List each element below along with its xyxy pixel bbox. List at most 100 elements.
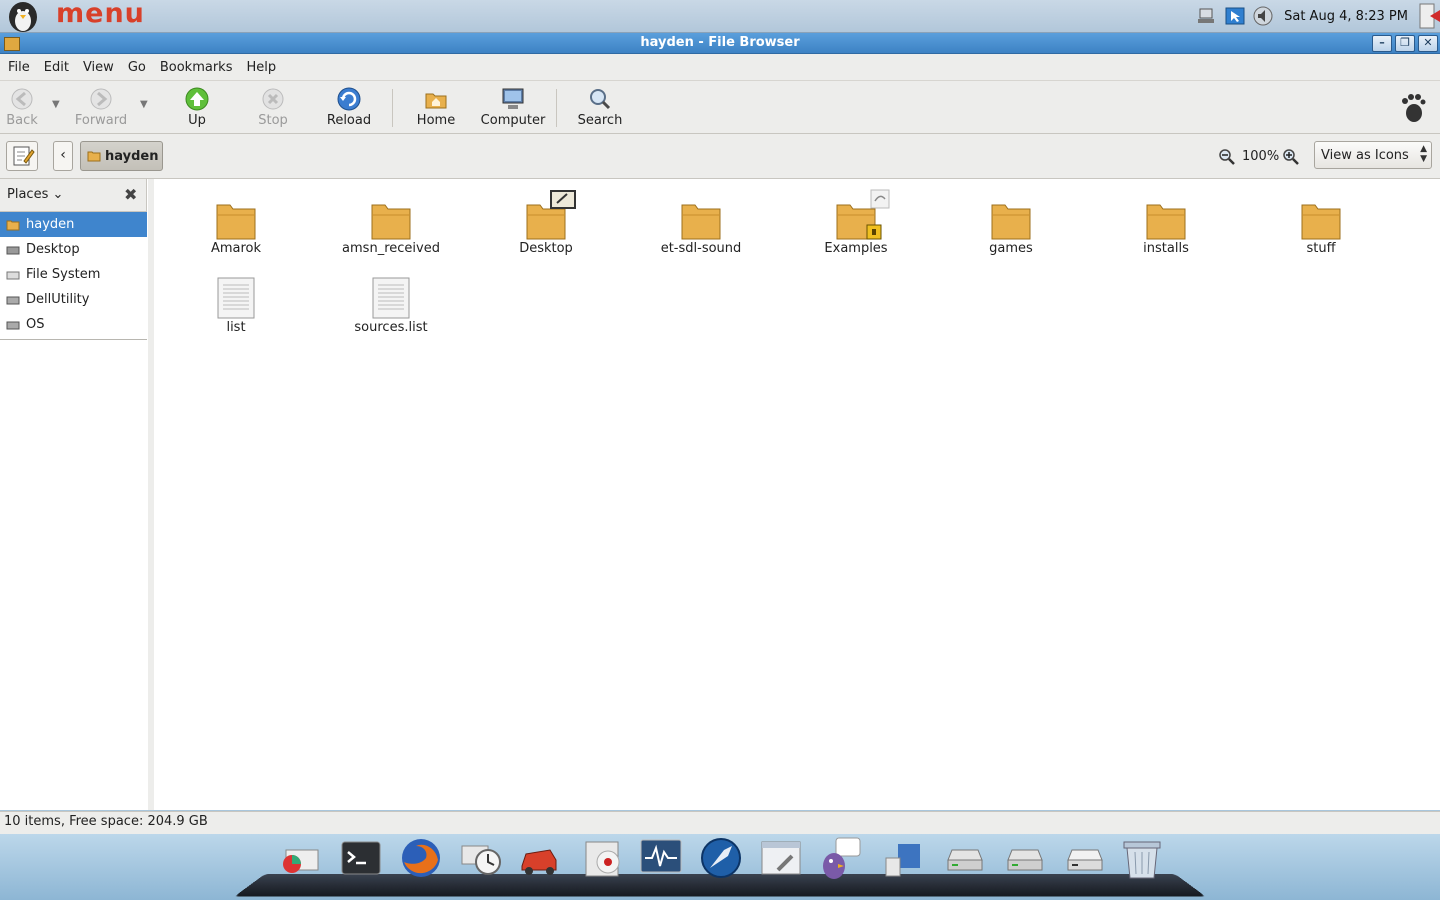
file-item-desktop[interactable]: Desktop: [471, 187, 621, 256]
sidebar-item-desktop[interactable]: Desktop: [0, 237, 147, 262]
home-folder-icon: [425, 93, 447, 109]
close-button[interactable]: ✕: [1418, 35, 1438, 52]
zoom-level[interactable]: 100%: [1242, 149, 1279, 164]
search-button[interactable]: Search: [575, 87, 625, 128]
terminal-icon[interactable]: [338, 836, 384, 880]
sidebar-item-file-system[interactable]: File System: [0, 262, 147, 287]
home-button[interactable]: Home: [414, 87, 458, 128]
file-item-stuff[interactable]: stuff: [1246, 201, 1396, 256]
text-file-icon: [372, 277, 410, 319]
back-history-dropdown[interactable]: ▼: [52, 99, 60, 110]
crumb-scroll-left-button[interactable]: ‹: [53, 141, 73, 171]
menu-file[interactable]: File: [0, 60, 37, 75]
car-icon[interactable]: [516, 836, 562, 880]
sidebar: Places ⌄ ✖ hayden Desktop File System De…: [0, 179, 149, 810]
zoom-out-icon[interactable]: [1218, 148, 1236, 166]
menu-view[interactable]: View: [76, 60, 121, 75]
file-item-games[interactable]: games: [936, 201, 1086, 256]
file-item-list[interactable]: list: [161, 276, 311, 335]
desktop-icon: [6, 246, 20, 254]
volume-icon[interactable]: [1252, 6, 1274, 26]
folder-icon: [371, 204, 411, 240]
drive-icon: [6, 296, 20, 304]
menubar: File Edit View Go Bookmarks Help: [0, 54, 1440, 81]
top-panel: menu Sat Aug 4, 8:23 PM: [0, 0, 1440, 33]
window-titlebar[interactable]: hayden - File Browser – ❐ ✕: [0, 33, 1440, 54]
settings-window-icon[interactable]: [758, 836, 804, 880]
folder-icon: [1146, 204, 1186, 240]
system-monitor-icon[interactable]: [638, 836, 684, 880]
maximize-button[interactable]: ❐: [1395, 35, 1415, 52]
computer-icon: [502, 88, 524, 109]
up-button[interactable]: Up: [182, 87, 212, 128]
back-button[interactable]: Back: [4, 87, 40, 128]
toolbar-separator: [556, 89, 557, 127]
sidebar-item-dellutility[interactable]: DellUtility: [0, 287, 147, 312]
menu-go[interactable]: Go: [121, 60, 153, 75]
stop-button[interactable]: Stop: [255, 87, 291, 128]
sidebar-item-os[interactable]: OS: [0, 312, 147, 337]
pidgin-icon[interactable]: [816, 836, 862, 880]
file-item-installs[interactable]: installs: [1091, 201, 1241, 256]
system-tray: Sat Aug 4, 8:23 PM: [1196, 0, 1440, 32]
file-item-sources-list[interactable]: sources.list: [316, 276, 466, 335]
up-arrow-icon: [185, 87, 209, 111]
spinner-arrows-icon: ▲ ▼: [1420, 144, 1427, 164]
menu-edit[interactable]: Edit: [37, 60, 76, 75]
view-mode-select[interactable]: View as Icons ▲ ▼: [1314, 141, 1432, 169]
file-item-et-sdl-sound[interactable]: et-sdl-sound: [626, 201, 776, 256]
menu-bookmarks[interactable]: Bookmarks: [153, 60, 240, 75]
main-menu-button[interactable]: menu: [56, 0, 145, 29]
reload-icon: [337, 87, 361, 111]
close-sidebar-icon[interactable]: ✖: [124, 185, 137, 204]
update-icon[interactable]: [1224, 6, 1246, 26]
drive-icon[interactable]: [1002, 836, 1048, 880]
drive-icon: [6, 271, 20, 279]
minimize-button[interactable]: –: [1372, 35, 1392, 52]
folder-icon: [991, 204, 1031, 240]
sidebar-item-hayden[interactable]: hayden: [0, 212, 147, 237]
search-icon: [590, 89, 611, 110]
computer-button[interactable]: Computer: [478, 87, 548, 128]
file-item-amarok[interactable]: Amarok: [161, 201, 311, 256]
reload-button[interactable]: Reload: [326, 87, 372, 128]
file-item-amsn-received[interactable]: amsn_received: [316, 201, 466, 256]
sidebar-header: Places ⌄ ✖: [0, 179, 147, 212]
distro-logo-icon[interactable]: [2, 0, 44, 32]
forward-history-dropdown[interactable]: ▼: [140, 99, 148, 110]
toolbar: Back ▼ Forward ▼ Up Stop Reload Home Com…: [0, 81, 1440, 134]
drive-icon[interactable]: [1062, 836, 1108, 880]
network-icon[interactable]: [1196, 6, 1218, 26]
forward-arrow-icon: [90, 88, 112, 110]
window-title: hayden - File Browser: [640, 35, 800, 50]
file-view[interactable]: Amarok amsn_received Desktop et-sdl-soun…: [154, 179, 1440, 810]
package-icon[interactable]: [878, 836, 924, 880]
symlink-locked-folder-icon: [836, 189, 890, 240]
browser-icon[interactable]: [698, 836, 744, 880]
menu-help[interactable]: Help: [239, 60, 283, 75]
toggle-location-entry-button[interactable]: [6, 141, 38, 171]
folder-icon: [681, 204, 721, 240]
cd-burner-icon[interactable]: [580, 836, 626, 880]
view-mode-label: View as Icons: [1321, 148, 1409, 163]
sidebar-separator: [0, 339, 147, 340]
logout-icon[interactable]: [1418, 2, 1440, 30]
disk-usage-icon[interactable]: [276, 836, 322, 880]
forward-button[interactable]: Forward: [74, 87, 128, 128]
toolbar-separator: [392, 89, 393, 127]
mail-clock-icon[interactable]: [458, 836, 504, 880]
drive-icon[interactable]: [942, 836, 988, 880]
gnome-foot-icon: [1402, 94, 1426, 122]
breadcrumb-hayden[interactable]: hayden: [80, 141, 164, 171]
drive-icon: [6, 321, 20, 329]
zoom-in-icon[interactable]: [1282, 148, 1300, 166]
clock[interactable]: Sat Aug 4, 8:23 PM: [1284, 9, 1408, 24]
trash-icon[interactable]: [1120, 836, 1166, 880]
desktop-folder-icon: [526, 190, 576, 240]
firefox-icon[interactable]: [398, 836, 444, 880]
status-bar: 10 items, Free space: 204.9 GB: [0, 811, 1440, 834]
sidebar-type-dropdown[interactable]: Places ⌄: [7, 187, 63, 202]
folder-icon: [216, 204, 256, 240]
back-arrow-icon: [11, 88, 33, 110]
file-item-examples[interactable]: Examples: [781, 187, 931, 256]
